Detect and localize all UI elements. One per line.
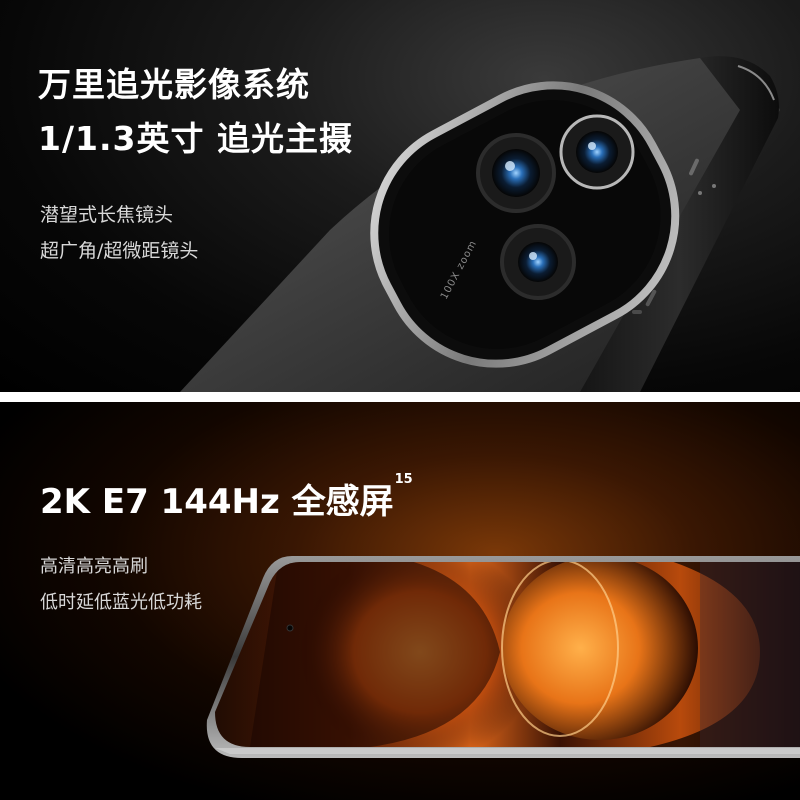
product-feature-page: 100X zoom 万里追光影像系统 1/1.3英寸 追光主摄 潜望式长焦镜头 … (0, 0, 800, 800)
display-feature-2: 低时延低蓝光低功耗 (40, 592, 202, 613)
display-feature-panel: 2K E7 144Hz 全感屏15 高清高亮高刷 低时延低蓝光低功耗 (0, 402, 800, 800)
camera-feature-panel: 100X zoom 万里追光影像系统 1/1.3英寸 追光主摄 潜望式长焦镜头 … (0, 0, 800, 392)
display-headline-text: 2K E7 144Hz 全感屏 (40, 482, 394, 522)
ultrawide-camera-lens (559, 114, 635, 190)
camera-headline-2: 1/1.3英寸 追光主摄 (38, 119, 353, 158)
camera-feature-2: 超广角/超微距镜头 (40, 240, 199, 262)
section-divider (0, 392, 800, 402)
camera-headline-1: 万里追光影像系统 (38, 65, 310, 104)
camera-feature-1: 潜望式长焦镜头 (40, 204, 174, 226)
display-headline: 2K E7 144Hz 全感屏15 (40, 472, 413, 523)
footnote-marker: 15 (394, 472, 413, 487)
main-camera-lens (476, 133, 556, 213)
phone-screen (215, 562, 800, 747)
display-feature-1: 高清高亮高刷 (40, 556, 148, 577)
front-camera-dot (286, 624, 294, 632)
periscope-telephoto-lens (500, 224, 576, 300)
